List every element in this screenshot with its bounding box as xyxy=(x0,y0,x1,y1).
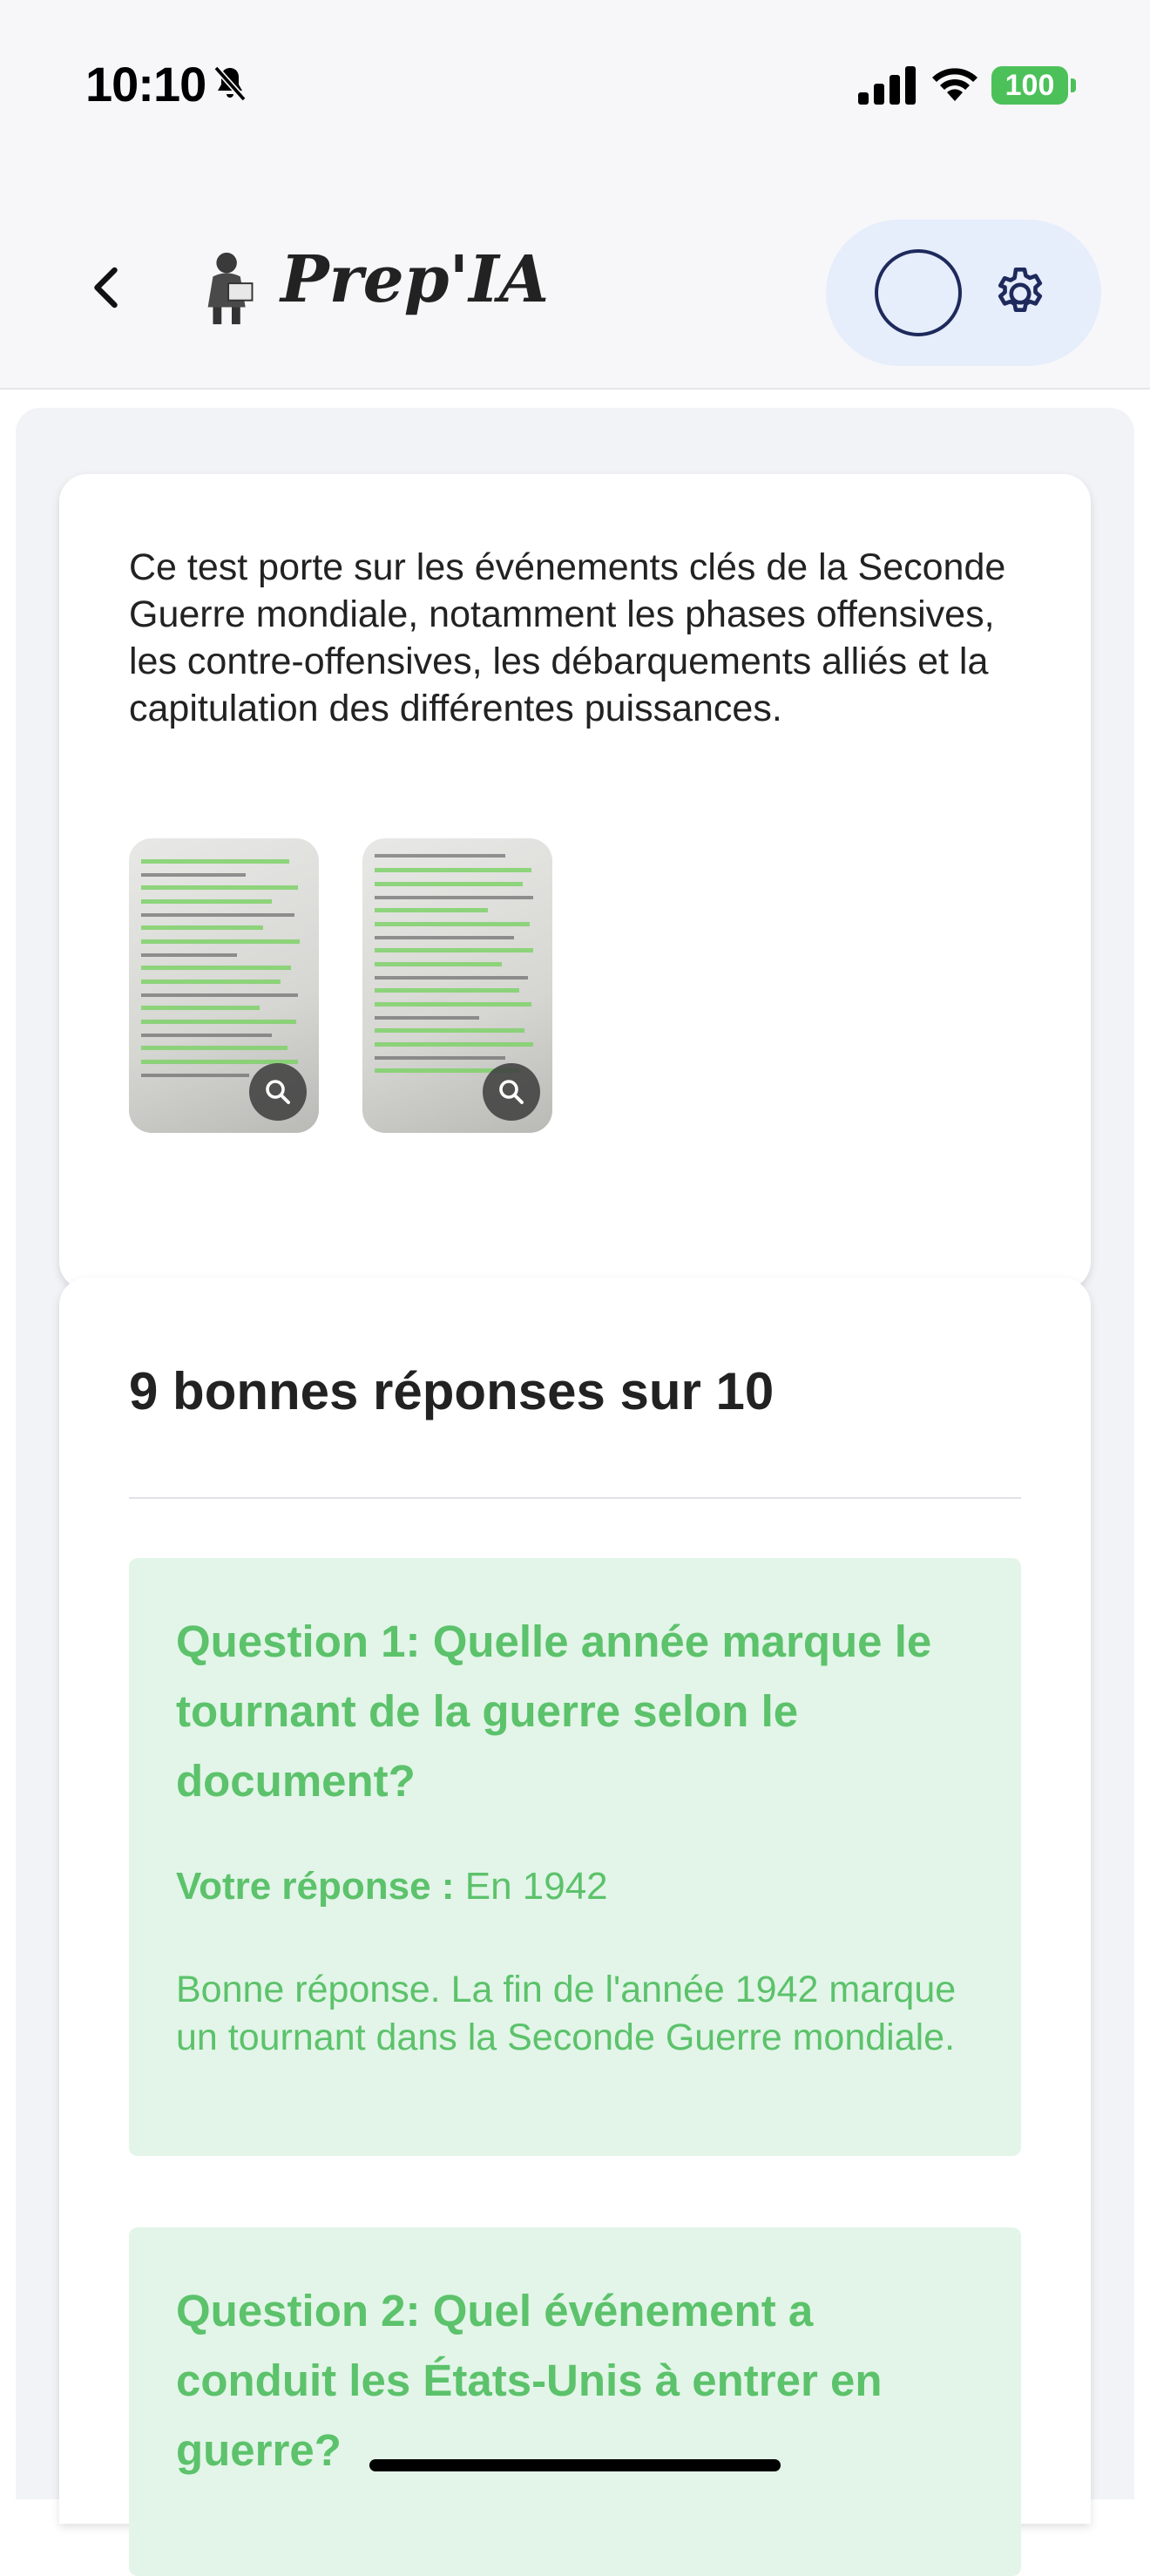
question-title: Question 1: Quelle année marque le tourn… xyxy=(176,1617,932,1806)
intro-card: Ce test porte sur les événements clés de… xyxy=(59,474,1091,1290)
score-title: 9 bonnes réponses sur 10 xyxy=(129,1362,775,1420)
header-actions xyxy=(826,220,1101,366)
signal-icon xyxy=(858,66,916,105)
zoom-icon xyxy=(266,1080,290,1104)
document-thumbnail[interactable] xyxy=(362,838,552,1133)
app-header: Prep'IA xyxy=(0,166,1150,390)
zoom-button[interactable] xyxy=(249,1063,307,1121)
question-block-1: Question 1: Quelle année marque le tourn… xyxy=(129,1558,1021,2156)
answer-explanation: Bonne réponse. La fin de l'année 1942 ma… xyxy=(176,1969,957,2058)
bell-slash-icon xyxy=(213,65,247,102)
zoom-button[interactable] xyxy=(483,1063,540,1121)
divider xyxy=(129,1497,1021,1499)
chevron-left-icon[interactable] xyxy=(82,261,134,314)
answer-line: Votre réponse : En 1942 xyxy=(176,1865,608,1908)
test-description: Ce test porte sur les événements clés de… xyxy=(129,546,1006,729)
question-title: Question 2: Quel événement a conduit les… xyxy=(176,2286,883,2475)
results-card: 9 bonnes réponses sur 10 Question 1: Que… xyxy=(59,1278,1091,2576)
home-indicator[interactable] xyxy=(369,2459,781,2471)
question-block-2: Question 2: Quel événement a conduit les… xyxy=(129,2227,1021,2576)
answer-label: Votre réponse : xyxy=(176,1865,455,1908)
wifi-icon xyxy=(932,68,978,101)
battery-icon: 100 xyxy=(991,66,1068,105)
zoom-icon xyxy=(499,1080,524,1104)
status-time: 10:10 xyxy=(85,57,206,112)
status-bar: 10:10 100 xyxy=(0,0,1150,166)
logo-figure-icon xyxy=(207,252,254,325)
avatar[interactable] xyxy=(875,249,962,336)
content-area: Ce test porte sur les événements clés de… xyxy=(16,408,1134,2576)
answer-value: En 1942 xyxy=(464,1865,608,1908)
document-thumbnail[interactable] xyxy=(129,838,319,1133)
gear-icon[interactable] xyxy=(990,263,1051,324)
battery-tip xyxy=(1071,78,1076,92)
app-title: Prep'IA xyxy=(281,242,550,317)
